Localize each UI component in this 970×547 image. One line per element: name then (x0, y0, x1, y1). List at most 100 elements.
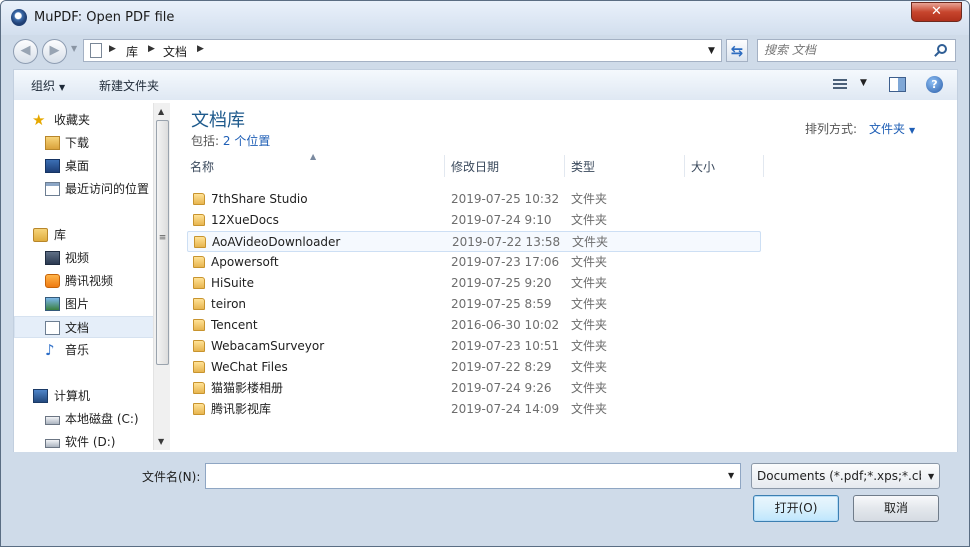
file-date: 2019-07-22 8:29 (451, 360, 552, 374)
file-row[interactable]: WebacamSurveyor 2019-07-23 10:51 文件夹 (187, 336, 761, 357)
open-button[interactable]: 打开(O) (753, 495, 839, 522)
search-icon[interactable] (937, 44, 947, 54)
sidebar-item-downloads[interactable]: 下载 (14, 132, 154, 154)
file-type: 文件夹 (571, 402, 608, 416)
recent-pages-chevron-icon[interactable]: ▼ (71, 44, 77, 53)
file-date: 2019-07-23 17:06 (451, 255, 560, 269)
sidebar-item-drive-d[interactable]: 软件 (D:) (14, 431, 154, 453)
sidebar-item-label: 视频 (65, 251, 90, 265)
file-date: 2019-07-25 9:20 (451, 276, 552, 290)
file-name: 7thShare Studio (211, 192, 308, 206)
file-name: HiSuite (211, 276, 255, 290)
column-header-size[interactable]: 大小 (691, 155, 761, 179)
open-file-dialog: MuPDF: Open PDF file ✕ ◀ ▶ ▼ ▶ 库 ▶ 文档 ▶ … (0, 0, 970, 547)
column-divider[interactable] (564, 155, 565, 177)
file-type: 文件夹 (571, 339, 608, 353)
tencent-video-icon (45, 274, 60, 288)
help-icon[interactable]: ? (926, 76, 943, 93)
title-bar[interactable]: MuPDF: Open PDF file ✕ (1, 1, 969, 35)
sidebar-item-pictures[interactable]: 图片 (14, 293, 154, 315)
file-row[interactable]: Tencent 2016-06-30 10:02 文件夹 (187, 315, 761, 336)
star-icon: ★ (32, 111, 46, 129)
sidebar-item-videos[interactable]: 视频 (14, 247, 154, 269)
desktop-icon (45, 159, 60, 173)
file-date: 2019-07-25 8:59 (451, 297, 552, 311)
breadcrumb-libraries[interactable]: 库 (126, 43, 138, 60)
file-type: 文件夹 (571, 360, 608, 374)
file-row[interactable]: HiSuite 2019-07-25 9:20 文件夹 (187, 273, 761, 294)
sidebar-item-label: 腾讯视频 (65, 274, 114, 288)
folder-icon (193, 193, 205, 205)
locations-link[interactable]: 2 个位置 (223, 134, 270, 148)
file-name: 猫猫影楼相册 (211, 381, 284, 395)
organize-button[interactable]: 组织 ▼ (31, 77, 65, 94)
file-name: 12XueDocs (211, 213, 279, 227)
scrollbar-thumb[interactable]: ≡ (156, 120, 169, 365)
filename-input[interactable] (210, 468, 710, 482)
preview-pane-icon[interactable] (889, 77, 906, 92)
file-type: 文件夹 (571, 255, 608, 269)
filename-combobox[interactable]: ▼ (205, 463, 741, 489)
file-row[interactable]: teiron 2019-07-25 8:59 文件夹 (187, 294, 761, 315)
breadcrumb-separator-icon[interactable]: ▶ (109, 44, 116, 54)
sidebar-item-favorites[interactable]: ★ 收藏夹 (14, 109, 154, 131)
sidebar-item-recent-places[interactable]: 最近访问的位置 (14, 178, 154, 200)
chevron-down-icon: ▼ (909, 126, 916, 135)
sidebar-item-label: 本地磁盘 (C:) (65, 412, 139, 426)
file-row[interactable]: 腾讯影视库 2019-07-24 14:09 文件夹 (187, 399, 761, 420)
column-header-type[interactable]: 类型 (571, 155, 683, 179)
folder-icon (193, 340, 205, 352)
refresh-button[interactable]: ⇆ (726, 39, 748, 62)
navigation-scrollbar[interactable]: ▲ ≡ ▼ (153, 103, 170, 450)
sidebar-item-label: 库 (54, 228, 67, 242)
sidebar-item-tencent-video[interactable]: 腾讯视频 (14, 270, 154, 292)
column-header-date[interactable]: 修改日期 (451, 155, 563, 179)
file-date: 2019-07-24 9:10 (451, 213, 552, 227)
sidebar-item-label: 图片 (65, 297, 90, 311)
sidebar-item-label: 文档 (65, 321, 90, 335)
sidebar-item-desktop[interactable]: 桌面 (14, 155, 154, 177)
file-row[interactable]: 12XueDocs 2019-07-24 9:10 文件夹 (187, 210, 761, 231)
column-divider[interactable] (763, 155, 764, 177)
file-row[interactable]: 7thShare Studio 2019-07-25 10:32 文件夹 (187, 189, 761, 210)
breadcrumb-separator-icon[interactable]: ▶ (148, 44, 155, 54)
column-divider[interactable] (684, 155, 685, 177)
new-folder-button[interactable]: 新建文件夹 (99, 77, 159, 94)
search-box[interactable] (757, 39, 956, 62)
filename-label: 文件名(N): (142, 470, 201, 484)
sidebar-item-computer[interactable]: 计算机 (14, 385, 154, 407)
scroll-down-icon[interactable]: ▼ (158, 437, 164, 446)
search-input[interactable] (764, 43, 929, 57)
organize-label: 组织 (31, 79, 56, 93)
file-row[interactable]: 猫猫影楼相册 2019-07-24 9:26 文件夹 (187, 378, 761, 399)
sidebar-item-drive-c[interactable]: 本地磁盘 (C:) (14, 408, 154, 430)
address-history-dropdown-icon[interactable]: ▼ (708, 46, 715, 56)
arrange-by-label: 排列方式: (805, 122, 858, 136)
forward-button[interactable]: ▶ (42, 39, 67, 64)
sidebar-item-music[interactable]: ♪ 音乐 (14, 339, 154, 361)
chevron-down-icon[interactable]: ▼ (728, 471, 734, 480)
arrange-by-dropdown[interactable]: 文件夹 ▼ (869, 120, 915, 137)
sidebar-item-documents[interactable]: 文档 (14, 316, 154, 338)
column-divider[interactable] (444, 155, 445, 177)
back-button[interactable]: ◀ (13, 39, 38, 64)
breadcrumb-separator-icon[interactable]: ▶ (197, 44, 204, 54)
chevron-down-icon: ▼ (928, 472, 935, 481)
file-row[interactable]: WeChat Files 2019-07-22 8:29 文件夹 (187, 357, 761, 378)
file-row[interactable]: AoAVideoDownloader 2019-07-22 13:58 文件夹 (187, 231, 761, 252)
sidebar-item-libraries[interactable]: 库 (14, 224, 154, 246)
breadcrumb-documents[interactable]: 文档 (163, 43, 187, 60)
file-date: 2019-07-24 14:09 (451, 402, 560, 416)
file-row[interactable]: Apowersoft 2019-07-23 17:06 文件夹 (187, 252, 761, 273)
column-header-name[interactable]: 名称 (190, 155, 442, 179)
file-type: 文件夹 (571, 213, 608, 227)
folder-icon (193, 256, 205, 268)
view-options-chevron-icon[interactable]: ▼ (860, 78, 867, 88)
cancel-button[interactable]: 取消 (853, 495, 939, 522)
file-type-filter[interactable]: Documents (*.pdf;*.xps;*.cbz; ▼ (751, 463, 940, 489)
close-button[interactable]: ✕ (911, 2, 962, 22)
address-bar[interactable]: ▶ 库 ▶ 文档 ▶ ▼ (83, 39, 722, 62)
scroll-up-icon[interactable]: ▲ (158, 107, 164, 116)
view-options-icon[interactable] (833, 79, 847, 91)
file-date: 2019-07-23 10:51 (451, 339, 560, 353)
